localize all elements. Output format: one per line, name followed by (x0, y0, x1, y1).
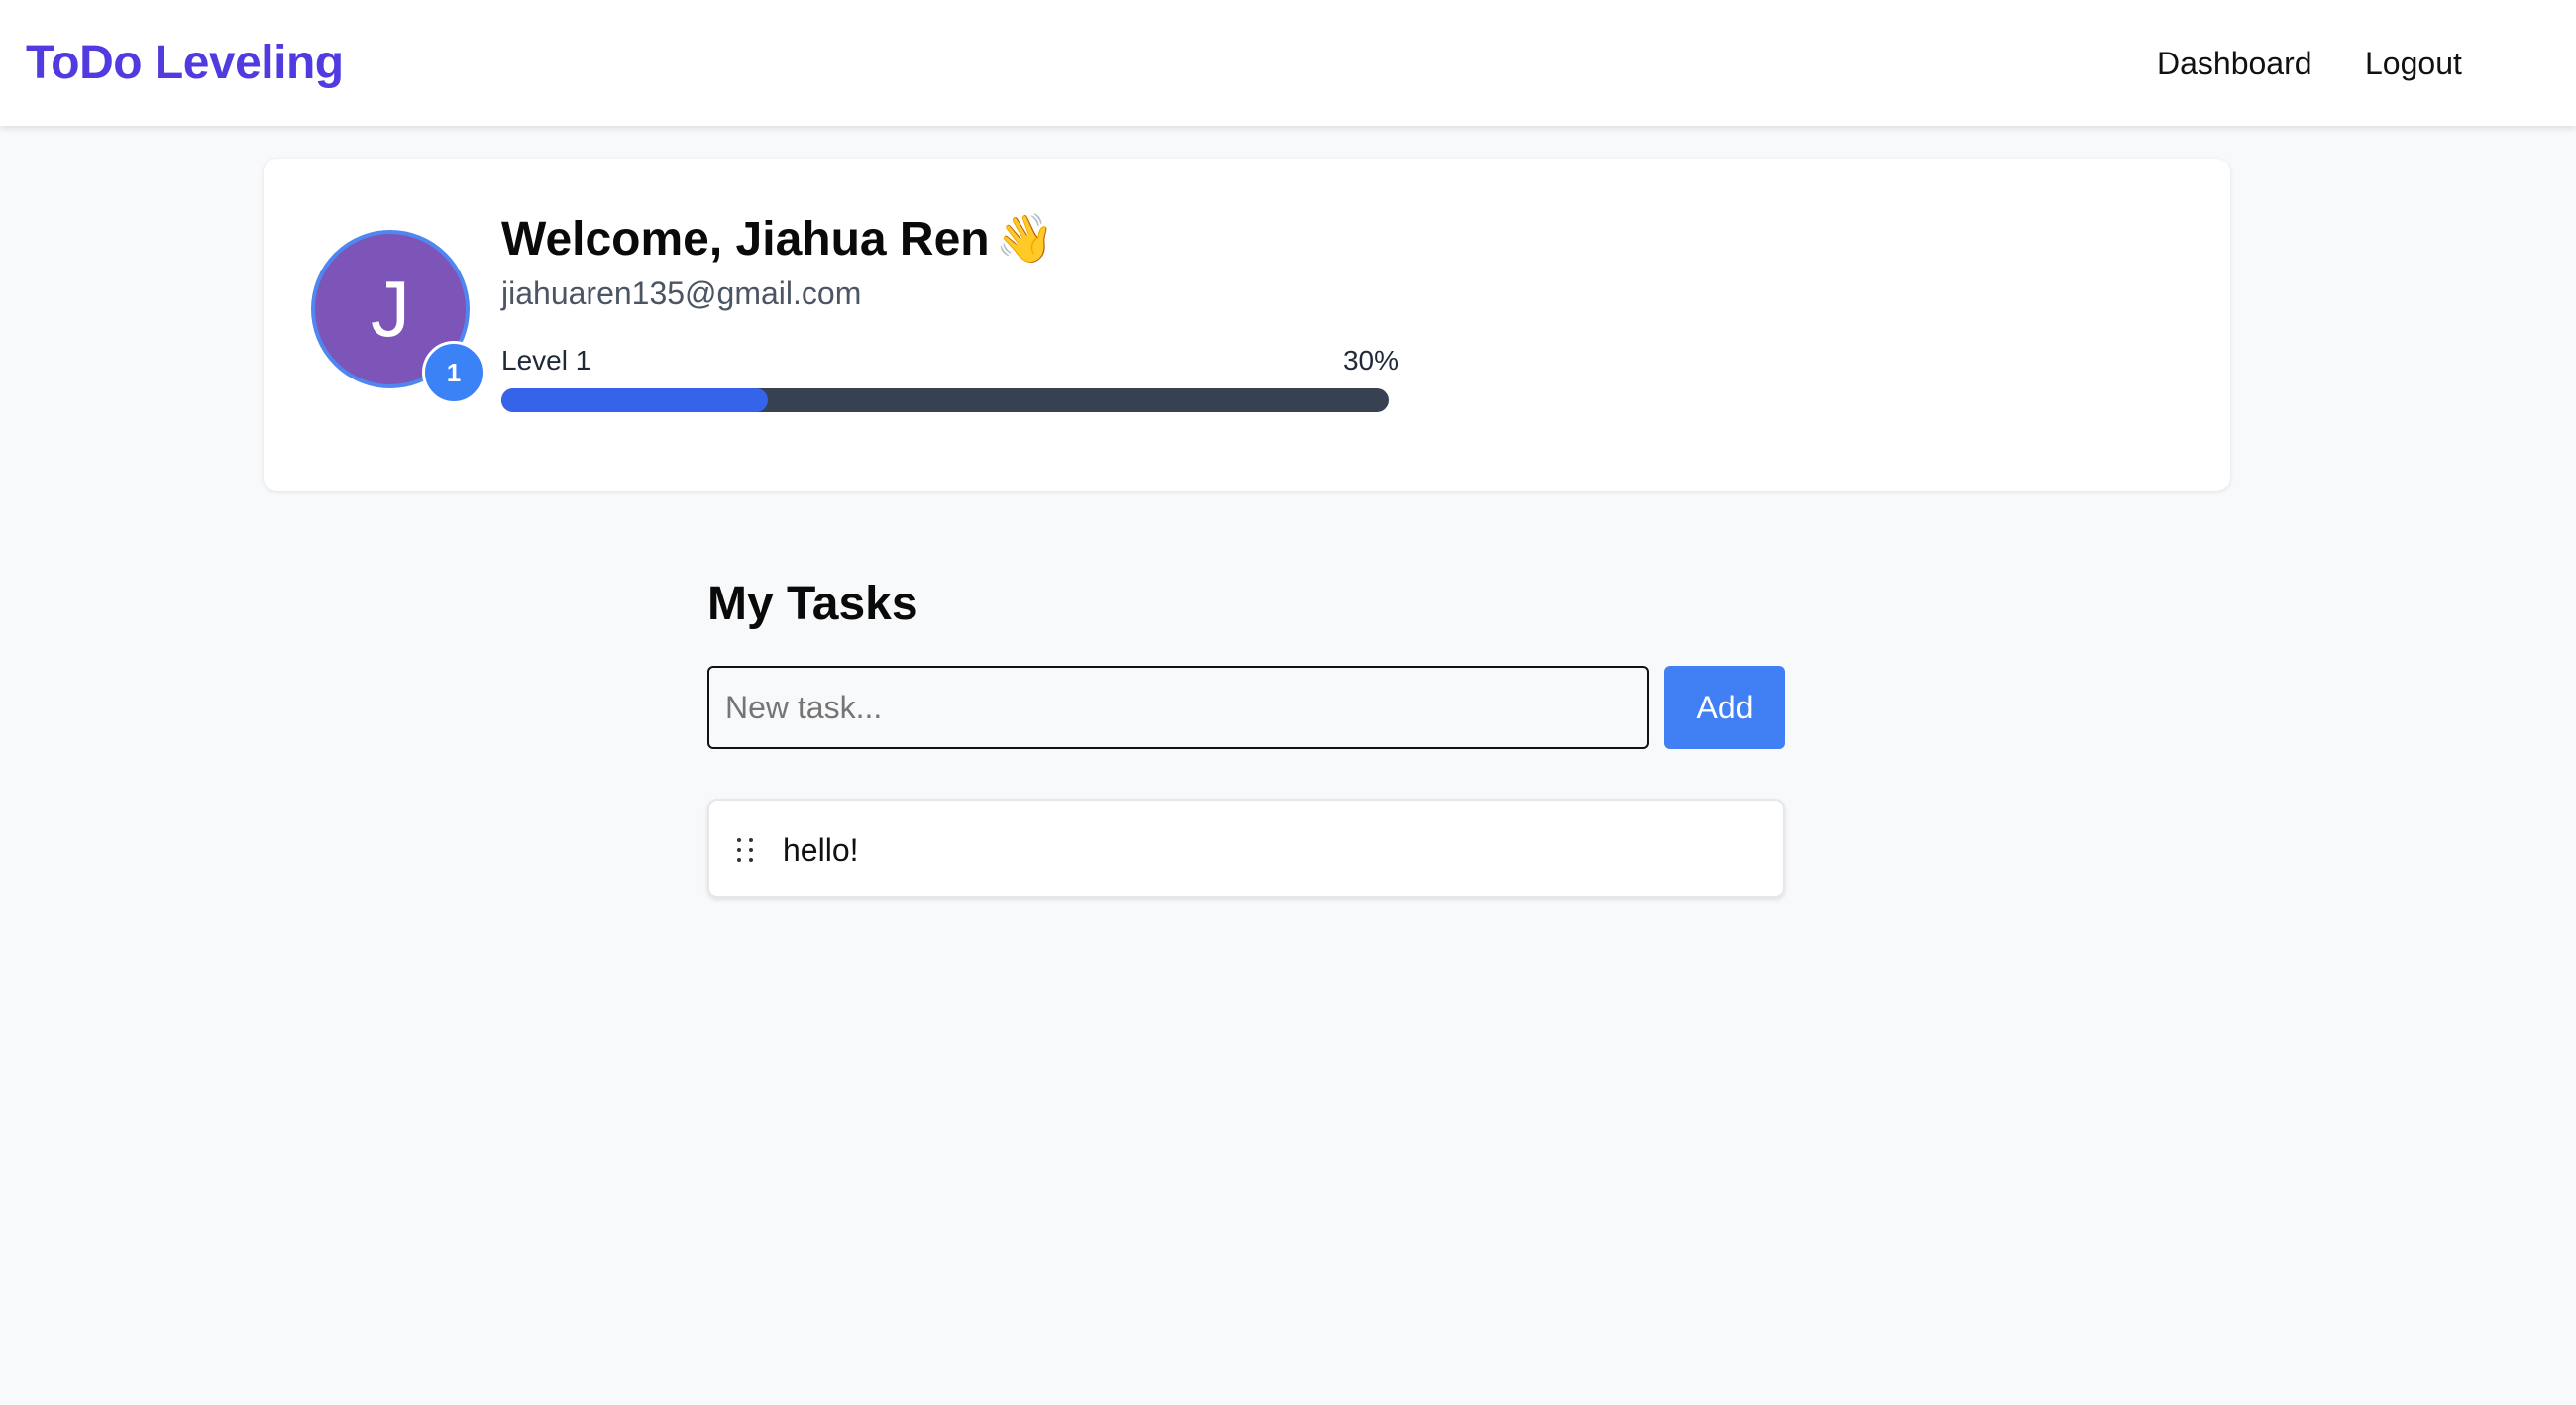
progress-percentage: 30% (1342, 345, 1399, 376)
task-item[interactable]: hello! (707, 799, 1785, 898)
waving-hand-emoji: 👋 (995, 213, 1055, 266)
brand-logo[interactable]: ToDo Leveling (26, 34, 344, 93)
add-task-button[interactable]: Add (1664, 666, 1785, 749)
level-label: Level 1 (501, 345, 591, 376)
nav-logout-link[interactable]: Logout (2365, 42, 2462, 85)
user-email: jiahuaren135@gmail.com (501, 275, 862, 311)
level-badge: 1 (422, 341, 485, 404)
drag-handle-icon[interactable] (735, 836, 757, 864)
new-task-input[interactable] (707, 666, 1649, 749)
task-text: hello! (783, 832, 859, 868)
welcome-heading: Welcome, Jiahua Ren 👋 (501, 208, 1054, 271)
tasks-section: My Tasks Add hello! (707, 565, 1785, 898)
top-navbar: ToDo Leveling Dashboard Logout (0, 0, 2576, 126)
profile-card: J 1 Welcome, Jiahua Ren 👋 jiahuaren135@gm… (264, 159, 2230, 491)
welcome-text: Welcome, Jiahua Ren (501, 213, 990, 266)
task-list: hello! (707, 799, 1785, 898)
xp-progress-fill (501, 388, 768, 412)
avatar-initial: J (371, 265, 410, 353)
tasks-title: My Tasks (707, 578, 918, 630)
nav-dashboard-link[interactable]: Dashboard (2157, 42, 2312, 85)
new-task-form: Add (707, 666, 1785, 749)
xp-progress-bar (501, 388, 1389, 412)
